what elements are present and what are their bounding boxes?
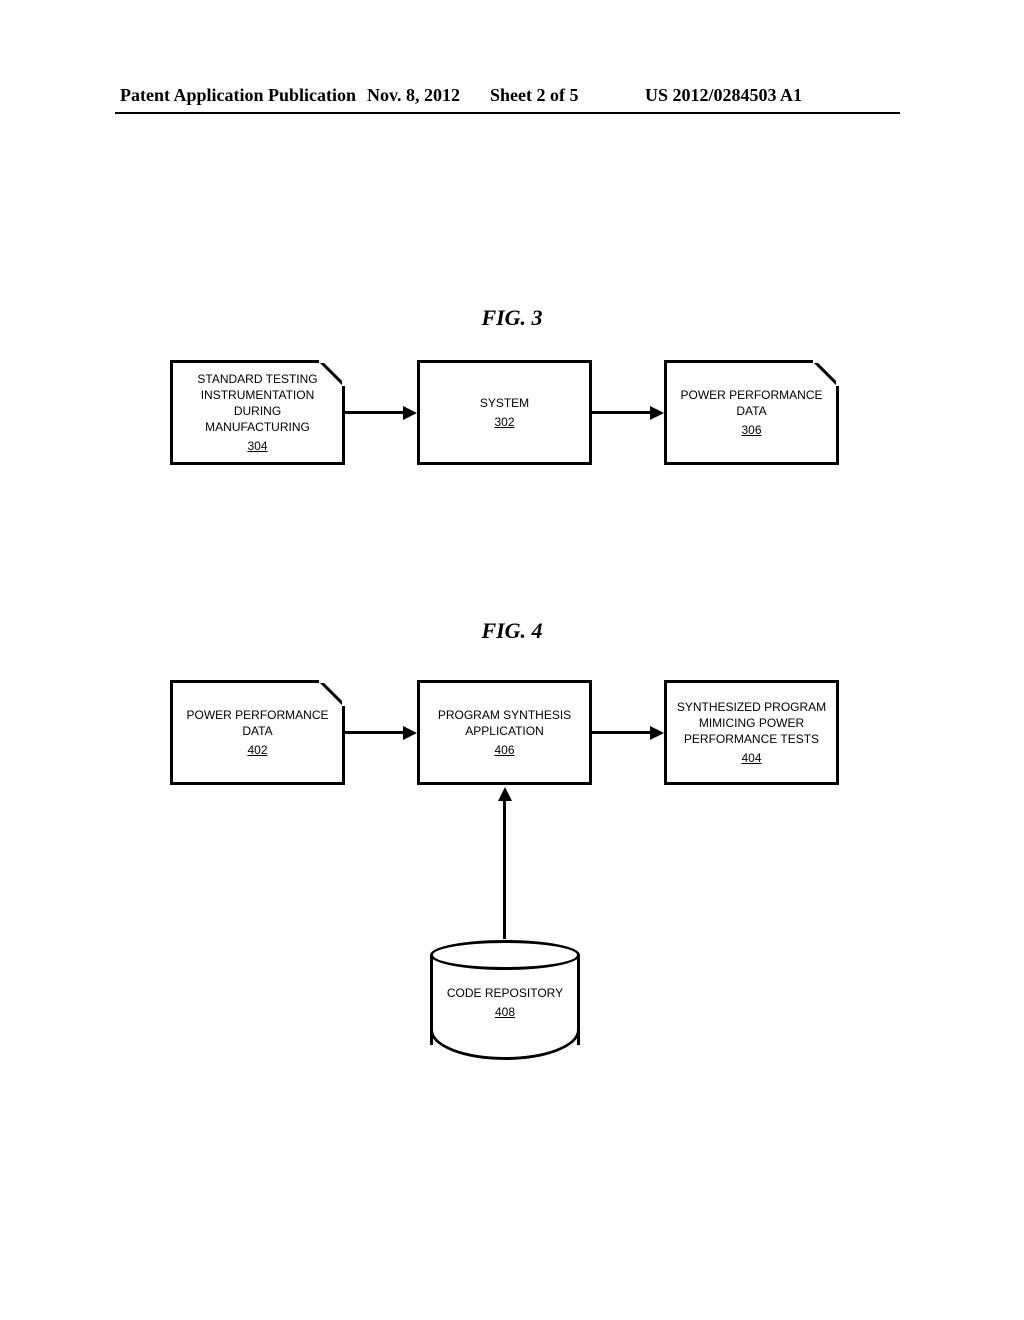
dog-ear-icon (319, 680, 345, 706)
arrow (592, 731, 652, 734)
reference-number: 402 (247, 742, 267, 758)
reference-number: 302 (494, 414, 514, 430)
header-sheet: Sheet 2 of 5 (490, 85, 579, 106)
header-divider (115, 112, 900, 114)
box-text: POWER PERFORMANCE DATA (667, 387, 836, 419)
box-text: SYNTHESIZED PROGRAM MIMICING POWER PERFO… (667, 699, 836, 748)
figure-4-label: FIG. 4 (0, 618, 1024, 644)
box-text: PROGRAM SYNTHESIS APPLICATION (420, 707, 589, 739)
fig3-box-system: SYSTEM 302 (417, 360, 592, 465)
arrow-head-icon (403, 726, 417, 740)
fig4-cylinder-repository: CODE REPOSITORY 408 (430, 940, 580, 1060)
header-number: US 2012/0284503 A1 (645, 85, 802, 106)
dog-ear-icon (319, 360, 345, 386)
fig3-box-power-data: POWER PERFORMANCE DATA 306 (664, 360, 839, 465)
arrow-head-icon (498, 787, 512, 801)
arrow-head-icon (650, 406, 664, 420)
box-text: STANDARD TESTING INSTRUMENTATION DURING … (173, 371, 342, 436)
reference-number: 408 (495, 1004, 515, 1020)
arrow-head-icon (650, 726, 664, 740)
box-text: POWER PERFORMANCE DATA (173, 707, 342, 739)
fig4-box-power-data: POWER PERFORMANCE DATA 402 (170, 680, 345, 785)
cylinder-text: CODE REPOSITORY (430, 985, 580, 1001)
reference-number: 306 (741, 422, 761, 438)
reference-number: 404 (741, 750, 761, 766)
header-date: Nov. 8, 2012 (367, 85, 460, 106)
arrow (592, 411, 652, 414)
fig4-box-synthesized-program: SYNTHESIZED PROGRAM MIMICING POWER PERFO… (664, 680, 839, 785)
dog-ear-icon (813, 360, 839, 386)
box-text: SYSTEM (480, 395, 529, 411)
fig3-box-testing: STANDARD TESTING INSTRUMENTATION DURING … (170, 360, 345, 465)
header-publication: Patent Application Publication (120, 85, 356, 106)
fig4-box-synthesis-app: PROGRAM SYNTHESIS APPLICATION 406 (417, 680, 592, 785)
reference-number: 304 (247, 438, 267, 454)
reference-number: 406 (494, 742, 514, 758)
figure-3-label: FIG. 3 (0, 305, 1024, 331)
arrow-head-icon (403, 406, 417, 420)
arrow (345, 411, 405, 414)
arrow (345, 731, 405, 734)
arrow (503, 799, 506, 939)
